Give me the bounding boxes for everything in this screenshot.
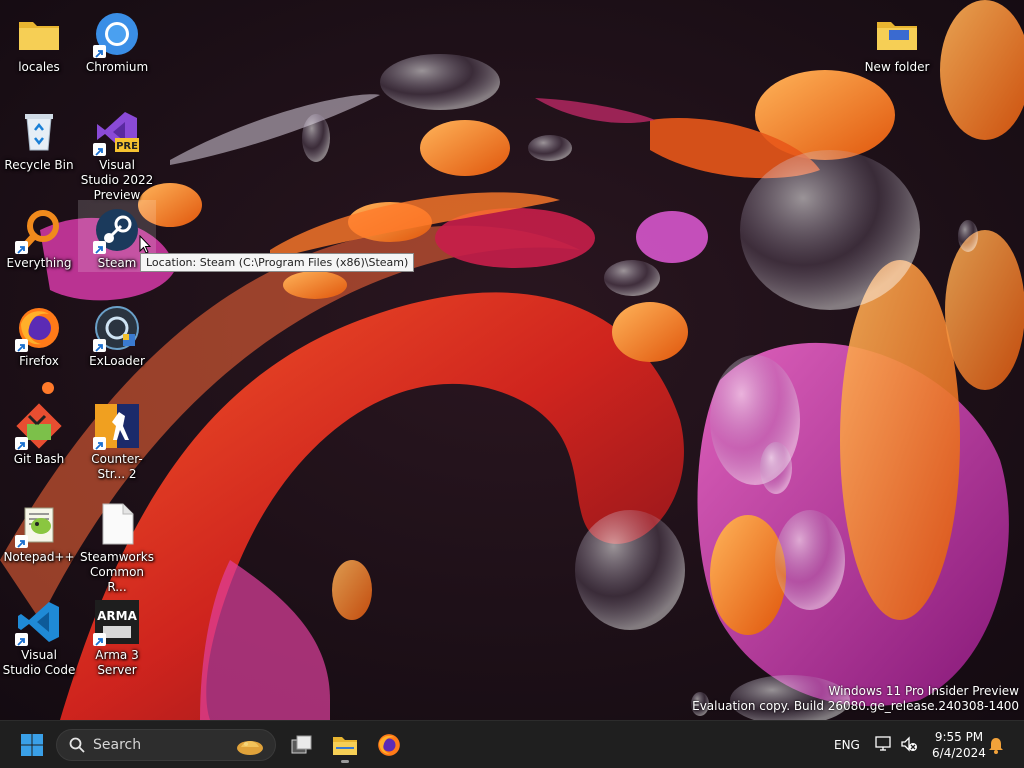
desktop-icon-label: Steamworks Common R... [79, 550, 155, 594]
desktop-icon-label: Notepad++ [3, 550, 75, 564]
steam-icon [93, 206, 141, 254]
desktop-icon-visual-studio-code[interactable]: Visual Studio Code [0, 592, 78, 678]
watermark-line-build: Evaluation copy. Build 26080.ge_release.… [692, 699, 1019, 713]
shortcut-arrow-icon [93, 45, 106, 58]
exloader-icon [93, 304, 141, 352]
shortcut-arrow-icon [93, 339, 106, 352]
shortcut-arrow-icon [93, 633, 106, 646]
shortcut-arrow-icon [15, 535, 28, 548]
desktop-icon-git-bash[interactable]: Git Bash [0, 396, 78, 467]
taskbar-search-box[interactable]: Search [56, 729, 276, 761]
shortcut-arrow-icon [15, 339, 28, 352]
task-view-button[interactable] [281, 725, 321, 765]
desktop-icon-locales[interactable]: locales [0, 4, 78, 75]
desktop-icon-visual-studio-2022-preview[interactable]: PRE Visual Studio 2022 Preview [78, 102, 156, 203]
notification-bell-icon[interactable] [988, 736, 1004, 754]
tooltip: Location: Steam (C:\Program Files (x86)\… [140, 253, 415, 272]
file-explorer-icon [333, 737, 357, 755]
arma-3-icon: ARMA [93, 598, 141, 646]
desktop-icon-label: locales [18, 60, 60, 74]
clock-date: 6/4/2024 [932, 746, 986, 760]
desktop-icon-label: Git Bash [13, 452, 65, 466]
task-view-icon [291, 735, 312, 754]
desktop-icon-new-folder[interactable]: New folder [858, 4, 936, 75]
shortcut-arrow-icon [93, 143, 106, 156]
desktop-icon-label: Arma 3 Server [95, 648, 139, 677]
evaluation-watermark: Windows 11 Pro Insider Preview Evaluatio… [692, 684, 1019, 714]
desktop-icon-label: Visual Studio Code [2, 648, 76, 677]
shortcut-arrow-icon [93, 437, 106, 450]
desktop-icon-steamworks-common-redistributables[interactable]: Steamworks Common R... [78, 494, 156, 595]
shortcut-arrow-icon [15, 437, 28, 450]
counter-strike-icon [93, 402, 141, 450]
desktop-icon-chromium[interactable]: Chromium [78, 4, 156, 75]
running-indicator [341, 760, 349, 763]
everything-search-icon [15, 206, 63, 254]
clock-time: 9:55 PM [934, 730, 984, 744]
vscode-icon [15, 598, 63, 646]
search-icon [69, 737, 85, 753]
shortcut-arrow-icon [15, 633, 28, 646]
desktop-icon-notepad-plus-plus[interactable]: Notepad++ [0, 494, 78, 565]
search-highlight-icon [237, 741, 263, 755]
start-button[interactable] [12, 725, 52, 765]
volume-muted-icon[interactable] [900, 736, 918, 752]
pre-badge: PRE [116, 141, 138, 152]
desktop-icon-label: Everything [6, 256, 72, 270]
folder-icon [873, 10, 921, 58]
input-language-indicator[interactable]: ENG [834, 738, 860, 752]
windows-logo-icon [21, 734, 43, 756]
desktop-icon-everything[interactable]: Everything [0, 200, 78, 271]
recycle-bin-icon [15, 108, 63, 156]
desktop-icon-firefox[interactable]: Firefox [0, 298, 78, 369]
firefox-icon [378, 734, 400, 756]
desktop-icon-counter-strike-2[interactable]: Counter-Str... 2 [78, 396, 156, 482]
desktop[interactable]: locales Recycle Bin Everything Firefox G… [0, 0, 1024, 720]
taskbar-firefox[interactable] [369, 725, 409, 765]
network-icon[interactable] [875, 736, 893, 752]
desktop-icon-recycle-bin[interactable]: Recycle Bin [0, 102, 78, 173]
notepad-plus-plus-icon [15, 500, 63, 548]
firefox-icon [15, 304, 63, 352]
blank-file-icon [93, 500, 141, 548]
folder-icon [15, 10, 63, 58]
desktop-icon-label: Recycle Bin [4, 158, 74, 172]
desktop-icon-label: New folder [864, 60, 930, 74]
shortcut-arrow-icon [93, 241, 106, 254]
arma-badge: ARMA [97, 609, 137, 623]
taskbar-file-explorer[interactable] [325, 725, 365, 765]
desktop-icon-exloader[interactable]: ExLoader [78, 298, 156, 369]
visual-studio-icon: PRE [93, 108, 141, 156]
search-placeholder: Search [93, 737, 142, 753]
mouse-cursor-icon [139, 235, 151, 254]
desktop-icon-label: Chromium [85, 60, 149, 74]
chromium-icon [93, 10, 141, 58]
git-bash-icon [15, 402, 63, 450]
taskbar: Search ENG 9:55 PM 6/4/2024 [0, 720, 1024, 768]
desktop-icon-label: Firefox [19, 354, 59, 368]
watermark-line-edition: Windows 11 Pro Insider Preview [828, 684, 1019, 698]
desktop-icon-label: Visual Studio 2022 Preview [80, 158, 154, 202]
desktop-icon-label: ExLoader [89, 354, 145, 368]
shortcut-arrow-icon [15, 241, 28, 254]
desktop-icon-arma-3-server[interactable]: ARMA Arma 3 Server [78, 592, 156, 678]
desktop-icon-label: Counter-Str... 2 [91, 452, 143, 481]
taskbar-clock[interactable]: 9:55 PM 6/4/2024 [928, 729, 990, 761]
